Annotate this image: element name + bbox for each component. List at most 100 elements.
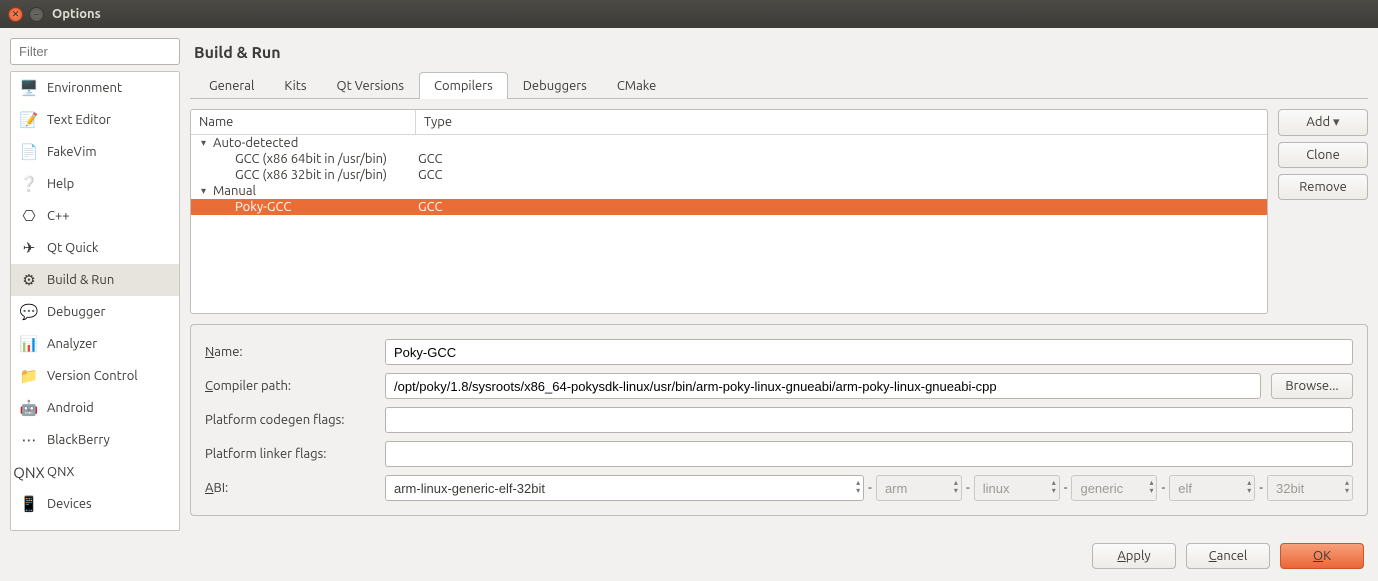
qt-quick-icon: ✈: [19, 238, 39, 258]
column-name[interactable]: Name: [191, 110, 416, 134]
dialog-buttons: Apply Cancel OK: [0, 531, 1378, 581]
window-title: Options: [52, 7, 101, 21]
sidebar-item-label: C++: [47, 209, 70, 223]
compiler-type: GCC: [416, 168, 1267, 182]
sidebar-item-debugger[interactable]: 💬 Debugger: [11, 296, 179, 328]
devices-icon: 📱: [19, 494, 39, 514]
compiler-type: GCC: [416, 200, 1267, 214]
filter-input[interactable]: [10, 38, 180, 65]
abi-label: ABI:: [205, 481, 375, 495]
sidebar-item-blackberry[interactable]: ⋯ BlackBerry: [11, 424, 179, 456]
group-label: Auto-detected: [213, 136, 298, 150]
tab-kits[interactable]: Kits: [269, 72, 321, 99]
tab-general[interactable]: General: [194, 72, 269, 99]
sidebar-item-label: Android: [47, 401, 94, 415]
sidebar-item-c-[interactable]: ⎔ C++: [11, 200, 179, 232]
expander-icon[interactable]: ▾: [201, 185, 213, 197]
sidebar-item-devices[interactable]: 📱 Devices: [11, 488, 179, 520]
sidebar-item-label: Devices: [47, 497, 92, 511]
sidebar-item-label: Environment: [47, 81, 122, 95]
tab-compilers[interactable]: Compilers: [419, 72, 508, 99]
sidebar-item-label: Build & Run: [47, 273, 114, 287]
blackberry-icon: ⋯: [19, 430, 39, 450]
sidebar-item-fakevim[interactable]: 📄 FakeVim: [11, 136, 179, 168]
titlebar: ✕ – Options: [0, 0, 1378, 28]
apply-button[interactable]: Apply: [1092, 543, 1176, 569]
compiler-type: GCC: [416, 152, 1267, 166]
tree-row[interactable]: GCC (x86 32bit in /usr/bin) GCC: [191, 167, 1267, 183]
tree-group[interactable]: ▾Auto-detected: [191, 135, 1267, 151]
tab-debuggers[interactable]: Debuggers: [508, 72, 602, 99]
help-icon: ❔: [19, 174, 39, 194]
sidebar-item-text-editor[interactable]: 📝 Text Editor: [11, 104, 179, 136]
android-icon: 🤖: [19, 398, 39, 418]
expander-icon[interactable]: ▾: [201, 137, 213, 149]
tab-cmake[interactable]: CMake: [602, 72, 671, 99]
compiler-name: GCC (x86 32bit in /usr/bin): [191, 168, 416, 182]
codegen-flags-field[interactable]: [385, 407, 1353, 433]
tab-qt-versions[interactable]: Qt Versions: [322, 72, 420, 99]
sidebar-item-label: BlackBerry: [47, 433, 110, 447]
version-control-icon: 📁: [19, 366, 39, 386]
abi-os[interactable]: [974, 475, 1060, 501]
window-close-icon[interactable]: ✕: [8, 7, 23, 22]
qnx-icon: QNX: [19, 462, 39, 482]
sidebar-item-analyzer[interactable]: 📊 Analyzer: [11, 328, 179, 360]
sidebar-list[interactable]: 🖥️ Environment📝 Text Editor📄 FakeVim❔ He…: [10, 71, 180, 531]
abi-format[interactable]: [1169, 475, 1255, 501]
c--icon: ⎔: [19, 206, 39, 226]
sidebar-item-label: Version Control: [47, 369, 138, 383]
compiler-path-label: Compiler path:: [205, 379, 375, 393]
tree-row[interactable]: Poky-GCC GCC: [191, 199, 1267, 215]
sidebar-item-label: Analyzer: [47, 337, 97, 351]
sidebar-item-label: Text Editor: [47, 113, 111, 127]
abi-arch[interactable]: [876, 475, 962, 501]
sidebar-item-qt-quick[interactable]: ✈ Qt Quick: [11, 232, 179, 264]
compiler-name: Poky-GCC: [191, 200, 416, 214]
sidebar-item-environment[interactable]: 🖥️ Environment: [11, 72, 179, 104]
compiler-path-field[interactable]: [385, 373, 1261, 399]
text-editor-icon: 📝: [19, 110, 39, 130]
abi-width[interactable]: [1267, 475, 1353, 501]
tree-body[interactable]: ▾Auto-detectedGCC (x86 64bit in /usr/bin…: [191, 135, 1267, 313]
sidebar-item-version-control[interactable]: 📁 Version Control: [11, 360, 179, 392]
sidebar: 🖥️ Environment📝 Text Editor📄 FakeVim❔ He…: [10, 38, 180, 531]
cancel-button[interactable]: Cancel: [1186, 543, 1270, 569]
compiler-name: GCC (x86 64bit in /usr/bin): [191, 152, 416, 166]
abi-flavor[interactable]: [1071, 475, 1157, 501]
sidebar-item-qnx[interactable]: QNX QNX: [11, 456, 179, 488]
tree-row[interactable]: GCC (x86 64bit in /usr/bin) GCC: [191, 151, 1267, 167]
compiler-details: Name: Compiler path: Browse... Platform …: [190, 324, 1368, 516]
sidebar-item-label: FakeVim: [47, 145, 97, 159]
browse-button[interactable]: Browse...: [1271, 373, 1353, 399]
clone-button[interactable]: Clone: [1278, 142, 1368, 168]
sidebar-item-android[interactable]: 🤖 Android: [11, 392, 179, 424]
tree-group[interactable]: ▾Manual: [191, 183, 1267, 199]
remove-button[interactable]: Remove: [1278, 174, 1368, 200]
linker-flags-label: Platform linker flags:: [205, 447, 375, 461]
compiler-tree: Name Type ▾Auto-detectedGCC (x86 64bit i…: [190, 109, 1268, 314]
environment-icon: 🖥️: [19, 78, 39, 98]
abi-combo[interactable]: [385, 475, 864, 501]
sidebar-item-label: Qt Quick: [47, 241, 98, 255]
page-title: Build & Run: [194, 44, 1368, 62]
name-field[interactable]: [385, 339, 1353, 365]
name-label: Name:: [205, 345, 375, 359]
linker-flags-field[interactable]: [385, 441, 1353, 467]
column-type[interactable]: Type: [416, 110, 1267, 134]
group-label: Manual: [213, 184, 256, 198]
ok-button[interactable]: OK: [1280, 543, 1364, 569]
sidebar-item-label: Help: [47, 177, 74, 191]
sidebar-item-label: Debugger: [47, 305, 105, 319]
analyzer-icon: 📊: [19, 334, 39, 354]
codegen-flags-label: Platform codegen flags:: [205, 413, 375, 427]
fakevim-icon: 📄: [19, 142, 39, 162]
sidebar-item-build-run[interactable]: ⚙ Build & Run: [11, 264, 179, 296]
add-button[interactable]: Add: [1278, 109, 1368, 136]
debugger-icon: 💬: [19, 302, 39, 322]
window-minimize-icon[interactable]: –: [29, 7, 44, 22]
build-run-icon: ⚙: [19, 270, 39, 290]
sidebar-item-help[interactable]: ❔ Help: [11, 168, 179, 200]
tabs: GeneralKitsQt VersionsCompilersDebuggers…: [190, 72, 1368, 99]
sidebar-item-label: QNX: [47, 465, 74, 479]
